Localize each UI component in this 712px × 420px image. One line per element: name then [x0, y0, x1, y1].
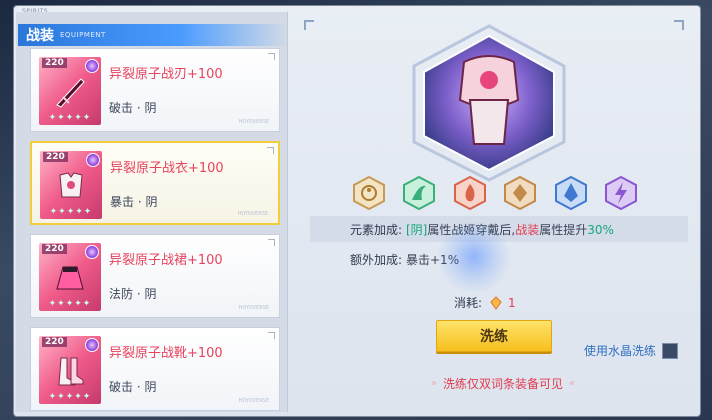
equipment-card-skirt[interactable]: 220 ✦✦✦✦✦ 异裂原子战裙+100 法防 · 阴 HOYOVERSE [30, 234, 280, 318]
equipment-attribute: 法防 · 阴 [109, 287, 157, 301]
extra-bonus-row: 额外加成: 暴击+1% [310, 246, 688, 272]
equipment-detail-panel: 元素加成: [阴]属性战姬穿戴后,战装属性提升30% 额外加成: 暴击+1% 消… [294, 12, 694, 412]
refine-cost: 消耗: 1 [454, 294, 516, 311]
equipment-thumbnail: 220 ✦✦✦✦✦ [39, 243, 101, 311]
equipment-thumbnail: 220 ✦✦✦✦✦ [39, 57, 101, 125]
equipment-header: 战装 EQUIPMENT [18, 24, 288, 46]
yin-element-icon [353, 176, 385, 210]
element-percent: 30% [587, 222, 614, 237]
thunder-element-icon [604, 176, 637, 210]
equipment-attribute: 暴击 · 阴 [110, 195, 158, 209]
use-crystal-label: 使用水晶洗练 [584, 344, 657, 358]
card-corner-decoration [268, 53, 275, 60]
equipment-subtitle: EQUIPMENT [60, 31, 106, 39]
level-badge: 220 [42, 337, 67, 347]
level-badge: 220 [42, 58, 67, 68]
card-watermark: HOYOVERSE [238, 398, 269, 404]
rarity-emblem-icon [86, 153, 100, 167]
card-watermark: HOYOVERSE [237, 211, 268, 217]
extra-bonus-label: 额外加成: [349, 252, 402, 267]
skirt-icon [56, 266, 84, 290]
equipment-name: 异裂原子战裙+100 [109, 253, 223, 268]
blade-icon [56, 78, 85, 108]
equipment-name: 异裂原子战衣+100 [110, 161, 224, 176]
fire-element-icon [453, 176, 486, 210]
equipment-card-armor[interactable]: 220 ✦✦✦✦✦ 异裂原子战衣+100 暴击 · 阴 HOYOVERSE [30, 141, 280, 225]
equipment-thumbnail: 220 ✦✦✦✦✦ [39, 336, 101, 404]
element-wind[interactable] [400, 174, 438, 212]
card-corner-decoration [268, 332, 275, 339]
level-badge: 220 [42, 244, 67, 254]
refine-note: » 洗练仅双词条装备可见 « [392, 374, 614, 392]
element-tag: [阴] [406, 222, 428, 237]
water-element-icon [554, 176, 587, 210]
equipment-card-blade[interactable]: 220 ✦✦✦✦✦ 异裂原子战刃+100 破击 · 阴 HOYOVERSE [30, 48, 280, 132]
equipment-attribute: 破击 · 阴 [109, 101, 157, 115]
rarity-emblem-icon [85, 59, 99, 73]
earth-element-icon [504, 176, 537, 210]
extra-bonus-value: 暴击+1% [406, 252, 460, 267]
use-crystal-checkbox[interactable] [662, 342, 679, 359]
star-rating: ✦✦✦✦✦ [48, 392, 92, 402]
element-selector [350, 174, 640, 214]
star-rating: ✦✦✦✦✦ [48, 299, 92, 309]
equipment-thumbnail: 220 ✦✦✦✦✦ [40, 151, 102, 219]
element-text: 属性战姬穿戴后, [427, 222, 516, 237]
star-rating: ✦✦✦✦✦ [49, 207, 93, 217]
refine-button[interactable]: 洗练 [436, 320, 552, 352]
chevron-left-icon: « [569, 377, 576, 389]
element-thunder[interactable] [602, 174, 640, 212]
cost-label: 消耗: [454, 296, 483, 310]
element-earth[interactable] [501, 174, 539, 212]
chevron-right-icon: » [430, 377, 437, 389]
panel-corner-decoration [674, 20, 684, 30]
element-bonus-label: 元素加成: [349, 222, 402, 237]
card-watermark: HOYOVERSE [238, 119, 269, 125]
card-corner-decoration [268, 239, 275, 246]
refine-note-text: 洗练仅双词条装备可见 [442, 376, 563, 391]
element-water[interactable] [552, 174, 590, 212]
equipment-title: 战装 [26, 28, 54, 44]
boots-icon [58, 357, 84, 386]
element-yin[interactable] [350, 174, 388, 212]
element-fire[interactable] [451, 174, 489, 212]
rarity-emblem-icon [85, 245, 99, 259]
cost-value: 1 [508, 295, 516, 310]
equipment-name: 异裂原子战刃+100 [109, 67, 223, 82]
element-bonus-row: 元素加成: [阴]属性战姬穿戴后,战装属性提升30% [310, 216, 688, 242]
card-watermark: HOYOVERSE [238, 305, 269, 311]
element-bonus-value: [阴]属性战姬穿戴后,战装属性提升30% [406, 221, 614, 238]
element-highlight: 战装 [515, 222, 540, 237]
element-text-suffix: 属性提升 [539, 222, 588, 237]
equipment-name: 异裂原子战靴+100 [109, 346, 223, 361]
use-crystal-option[interactable]: 使用水晶洗练 [584, 342, 679, 359]
card-corner-decoration [267, 147, 274, 154]
equipment-attribute: 破击 · 阴 [109, 380, 157, 394]
wind-element-icon [403, 176, 436, 210]
equipment-list: 220 ✦✦✦✦✦ 异裂原子战刃+100 破击 · 阴 HOYOVERSE 22… [30, 48, 284, 420]
level-badge: 220 [43, 152, 68, 162]
selected-equipment-preview [412, 24, 566, 182]
panel-corner-decoration [304, 20, 314, 30]
star-rating: ✦✦✦✦✦ [48, 113, 92, 123]
armor-icon [59, 172, 83, 198]
equipment-card-boots[interactable]: 220 ✦✦✦✦✦ 异裂原子战靴+100 破击 · 阴 HOYOVERSE [30, 327, 280, 411]
rarity-emblem-icon [85, 338, 99, 352]
refine-material-icon [490, 295, 502, 310]
